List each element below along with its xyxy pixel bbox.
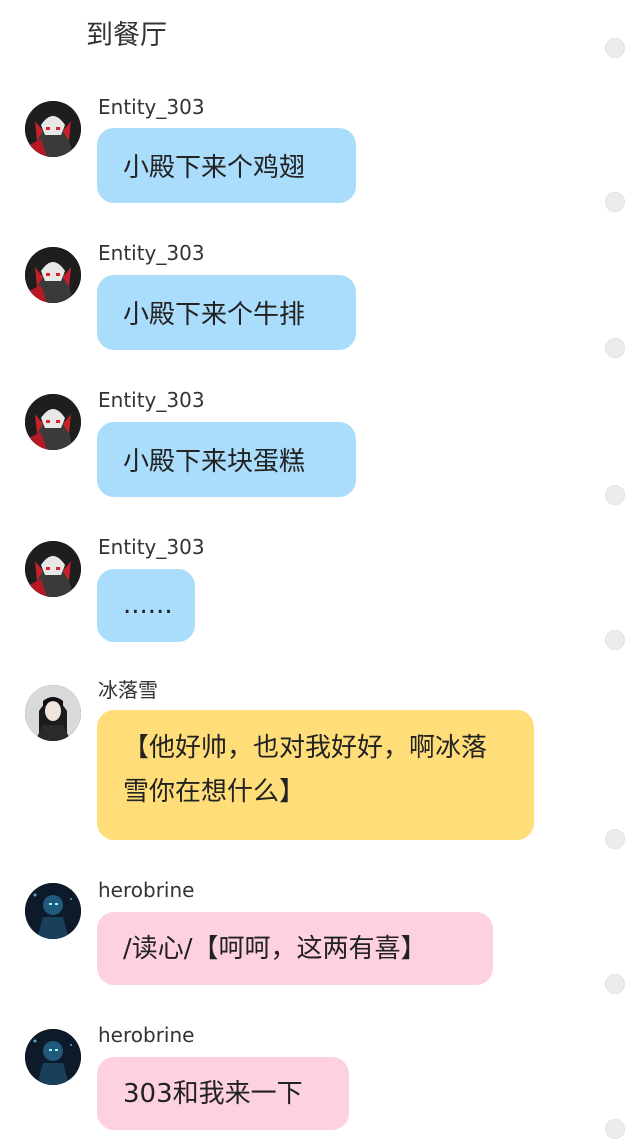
select-circle[interactable] [605,338,625,358]
chat-bubble[interactable]: 小殿下来个鸡翅 [97,128,356,203]
chat-bubble[interactable]: /读心/【呵呵，这两有喜】 [97,912,493,985]
sender-name: Entity_303 [98,535,205,559]
select-circle[interactable] [605,974,625,994]
select-circle[interactable] [605,1119,625,1139]
select-circle[interactable] [605,829,625,849]
entity-303-avatar[interactable] [25,101,81,157]
sender-name: 冰落雪 [98,678,158,702]
chat-bubble[interactable]: 小殿下来个牛排 [97,275,356,350]
select-circle[interactable] [605,485,625,505]
sender-name: Entity_303 [98,388,205,412]
binluoxue-avatar[interactable] [25,685,81,741]
chat-bubble[interactable]: 小殿下来块蛋糕 [97,422,356,497]
herobrine-avatar[interactable] [25,1029,81,1085]
select-circle[interactable] [605,38,625,58]
page-title: 到餐厅 [86,20,167,51]
sender-name: herobrine [98,1023,195,1047]
entity-303-avatar[interactable] [25,541,81,597]
entity-303-avatar[interactable] [25,394,81,450]
herobrine-avatar[interactable] [25,883,81,939]
sender-name: herobrine [98,878,195,902]
sender-name: Entity_303 [98,95,205,119]
sender-name: Entity_303 [98,241,205,265]
chat-screen: 到餐厅 Entity_303 小殿下来个鸡翅 Entity_303 小殿下来个牛… [0,0,640,1139]
entity-303-avatar[interactable] [25,247,81,303]
select-circle[interactable] [605,192,625,212]
chat-bubble[interactable]: 【他好帅，也对我好好，啊冰落雪你在想什么】 [97,710,534,840]
chat-bubble[interactable]: ...... [97,569,195,642]
select-circle[interactable] [605,630,625,650]
chat-bubble[interactable]: 303和我来一下 [97,1057,349,1130]
